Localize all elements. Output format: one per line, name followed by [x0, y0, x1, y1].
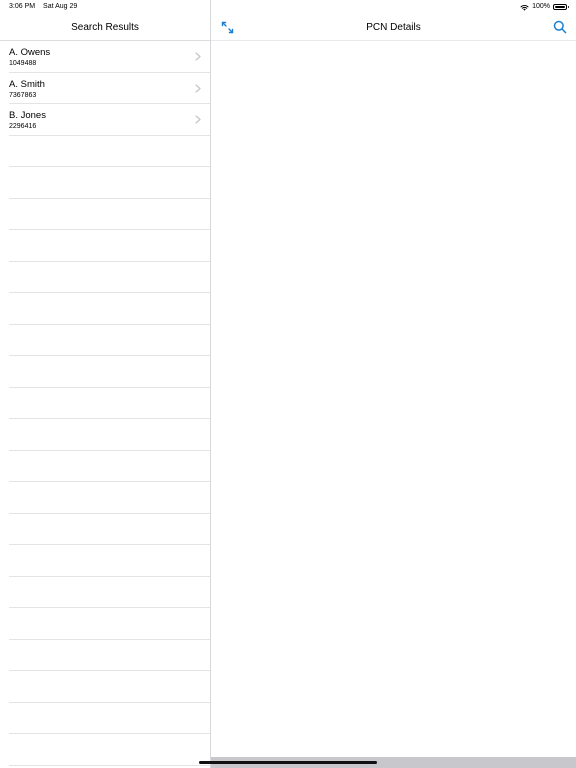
search-button[interactable] [553, 20, 567, 34]
empty-list-row [9, 577, 210, 608]
empty-list-row [9, 419, 210, 451]
empty-list-row [9, 608, 210, 640]
chevron-right-icon [195, 52, 201, 61]
empty-list-row [9, 734, 210, 766]
list-item-id: 2296416 [9, 123, 37, 130]
home-indicator[interactable] [199, 761, 377, 764]
search-icon [553, 20, 567, 34]
empty-list-row [9, 388, 210, 419]
empty-list-row [9, 671, 210, 703]
status-left: 3:06 PM Sat Aug 29 [9, 0, 77, 14]
list-item[interactable]: A. Owens 1049488 [9, 41, 210, 73]
status-right: 100% [520, 0, 569, 14]
list-item[interactable]: A. Smith 7367863 [9, 73, 210, 104]
empty-list-row [9, 293, 210, 325]
detail-content-area [211, 41, 576, 756]
list-item-name: A. Owens [9, 47, 51, 58]
list-item[interactable]: B. Jones 2296416 [9, 104, 210, 136]
empty-list-row [9, 640, 210, 671]
list-item-id: 1049488 [9, 60, 37, 67]
battery-level [555, 6, 565, 8]
status-bar: 3:06 PM Sat Aug 29 100% [0, 0, 576, 14]
list-item-id: 7367863 [9, 91, 37, 99]
empty-list-row [9, 230, 210, 262]
empty-list-row [9, 514, 210, 545]
search-results-list: A. Owens 1049488 A. Smith 7367863 B. Jones 22… [0, 41, 210, 766]
empty-list-row [9, 199, 210, 230]
detail-navigation-bar: PCN Details [211, 14, 576, 41]
list-item-name: A. Smith [9, 78, 45, 90]
status-time: 3:06 PM [9, 3, 36, 10]
empty-list-row [9, 262, 210, 293]
master-navigation-bar: Search Results [0, 14, 210, 41]
empty-list-row [9, 167, 210, 199]
battery-percent: 100% [532, 3, 550, 10]
master-pane: Search Results A. Owens 1049488 A. Smith 73… [0, 0, 211, 768]
empty-list-row [9, 482, 210, 514]
list-item-name: B. Jones [9, 110, 46, 121]
empty-list-row [9, 325, 210, 356]
master-title: Search Results [71, 21, 139, 33]
detail-pane: PCN Details [211, 0, 576, 768]
expand-button[interactable] [221, 21, 234, 34]
empty-list-row [9, 545, 210, 577]
empty-list-row [9, 451, 210, 482]
status-date: Sat Aug 29 [43, 3, 78, 10]
wifi-icon [520, 4, 529, 11]
chevron-right-icon [195, 83, 201, 93]
empty-list-row [9, 356, 210, 388]
expand-arrows-icon [221, 21, 234, 34]
empty-list-row [9, 703, 210, 734]
detail-title: PCN Details [366, 22, 421, 33]
battery-icon [553, 4, 569, 10]
empty-list-row [9, 136, 210, 167]
chevron-right-icon [195, 115, 201, 124]
app-screen: Search Results A. Owens 1049488 A. Smith 73… [0, 0, 576, 768]
